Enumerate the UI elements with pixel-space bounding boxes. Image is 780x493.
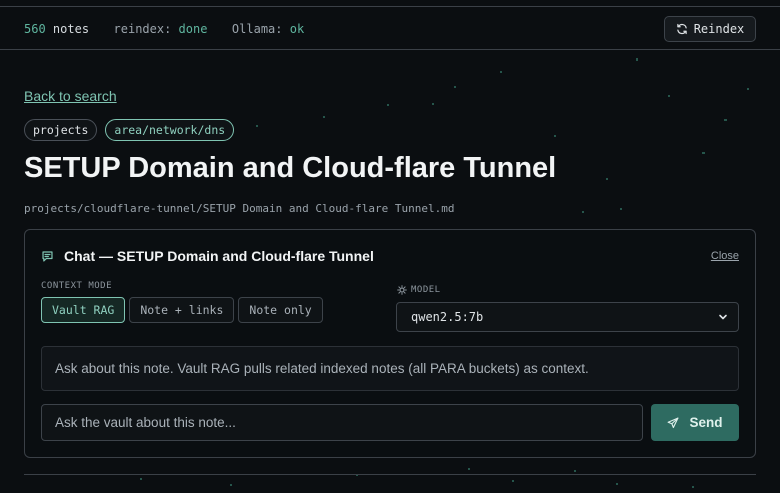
reindex-status: done [178, 22, 208, 36]
bottom-divider [24, 474, 756, 475]
send-icon [668, 417, 679, 428]
note-tags: projects area/network/dns [24, 119, 235, 141]
status-bar: 560 notes reindex: done Ollama: ok Reind… [0, 8, 780, 50]
tag-area-network-dns[interactable]: area/network/dns [105, 119, 235, 141]
send-button-label: Send [689, 415, 723, 430]
model-chip-icon [397, 285, 407, 295]
close-chat-link[interactable]: Close [711, 250, 739, 262]
send-button[interactable]: Send [651, 404, 739, 441]
ollama-status: ok [289, 22, 305, 36]
model-select[interactable]: qwen2.5:7b [396, 302, 739, 332]
reindex-button-label: Reindex [693, 22, 745, 36]
chat-bubble-icon [42, 250, 53, 262]
page-title: SETUP Domain and Cloud-flare Tunnel [24, 152, 557, 184]
mode-note-only-button[interactable]: Note only [238, 297, 323, 323]
chat-info-message: Ask about this note. Vault RAG pulls rel… [41, 346, 739, 391]
mode-note-links-button[interactable]: Note + links [129, 297, 235, 323]
chat-input[interactable]: Ask the vault about this note... [41, 404, 643, 441]
notes-count: 560 [24, 22, 46, 36]
reindex-button[interactable]: Reindex [664, 16, 756, 42]
context-mode-group: Vault RAG Note + links Note only [41, 297, 323, 323]
reindex-label: reindex: [113, 22, 172, 36]
model-select-value: qwen2.5:7b [411, 310, 484, 324]
chat-header: Chat — SETUP Domain and Cloud-flare Tunn… [41, 248, 374, 264]
back-to-search-link[interactable]: Back to search [24, 88, 117, 104]
mode-vault-rag-button[interactable]: Vault RAG [41, 297, 126, 323]
refresh-icon [676, 23, 687, 35]
chat-input-placeholder: Ask the vault about this note... [55, 415, 236, 430]
chevron-down-icon [719, 314, 727, 320]
chat-info-text: Ask about this note. Vault RAG pulls rel… [55, 361, 589, 376]
notes-label: notes [52, 22, 90, 36]
chat-panel: Chat — SETUP Domain and Cloud-flare Tunn… [24, 229, 756, 458]
ollama-label: Ollama: [231, 22, 283, 36]
tag-projects[interactable]: projects [24, 119, 98, 141]
context-mode-label: CONTEXT MODE [41, 281, 113, 291]
status-summary: 560 notes reindex: done Ollama: ok [24, 22, 304, 36]
chat-title: Chat — SETUP Domain and Cloud-flare Tunn… [64, 248, 374, 264]
model-label-row: MODEL [397, 285, 441, 295]
top-edge [0, 0, 780, 7]
model-label: MODEL [411, 285, 441, 295]
note-file-path: projects/cloudflare-tunnel/SETUP Domain … [24, 202, 455, 215]
